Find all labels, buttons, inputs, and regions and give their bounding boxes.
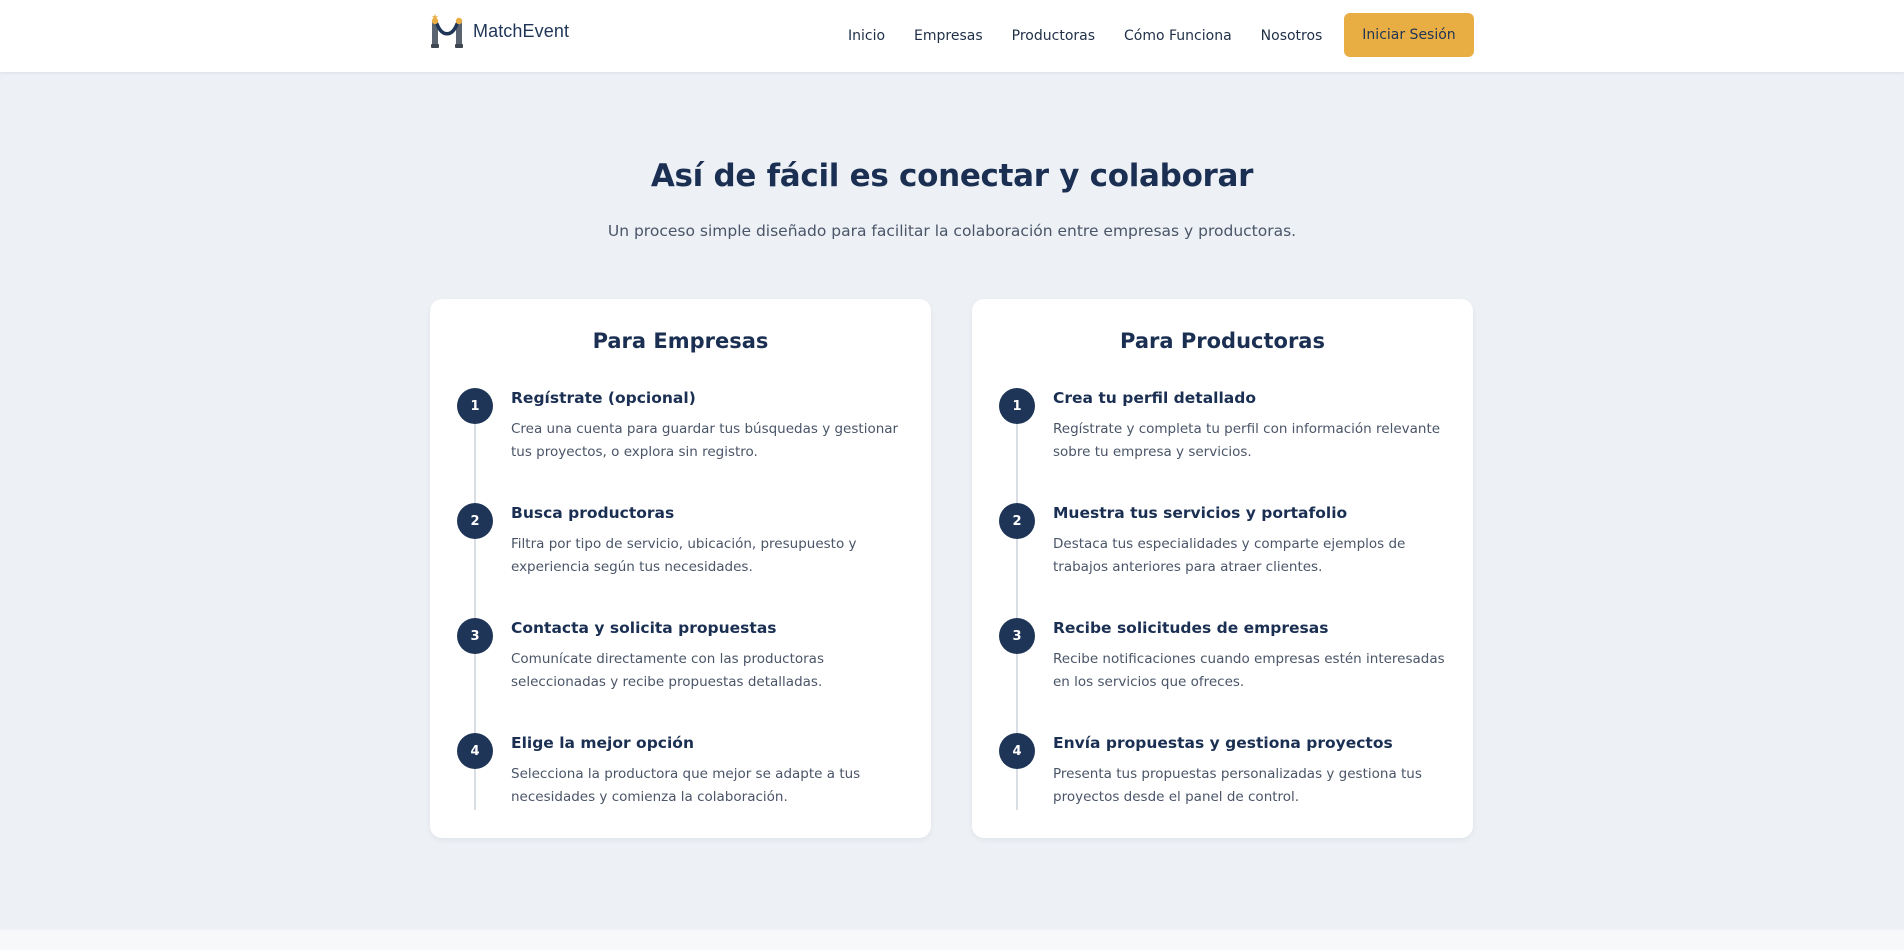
step-title: Crea tu perfil detallado bbox=[1053, 389, 1256, 407]
step-title: Elige la mejor opción bbox=[511, 734, 694, 752]
step-title: Envía propuestas y gestiona proyectos bbox=[1053, 734, 1393, 752]
step-number: 2 bbox=[999, 503, 1035, 539]
brand-logo[interactable]: MatchEvent bbox=[429, 13, 569, 49]
card-title: Para Productoras bbox=[1120, 329, 1325, 353]
brand-name: MatchEvent bbox=[473, 20, 570, 41]
step-title: Busca productoras bbox=[511, 504, 675, 522]
step-title: Recibe solicitudes de empresas bbox=[1053, 619, 1329, 637]
step-description: Comunícate directamente con las producto… bbox=[511, 651, 824, 690]
card-productoras: Para Productoras 1 Crea tu perfil detall… bbox=[972, 299, 1473, 838]
step-number: 4 bbox=[999, 733, 1035, 769]
step-number: 4 bbox=[457, 733, 493, 769]
step-description: Filtra por tipo de servicio, ubicación, … bbox=[511, 536, 857, 575]
main-nav: Inicio Empresas Productoras Cómo Funcion… bbox=[848, 26, 1322, 46]
login-button[interactable]: Iniciar Sesión bbox=[1344, 13, 1474, 57]
step-number: 3 bbox=[457, 618, 493, 654]
logo-icon bbox=[431, 14, 463, 48]
step-number: 1 bbox=[457, 388, 493, 424]
nav-link-inicio[interactable]: Inicio bbox=[848, 26, 885, 46]
step-number: 2 bbox=[457, 503, 493, 539]
card-title: Para Empresas bbox=[592, 329, 769, 353]
nav-link-nosotros[interactable]: Nosotros bbox=[1261, 26, 1323, 46]
step-number: 3 bbox=[999, 618, 1035, 654]
step-title: Regístrate (opcional) bbox=[511, 389, 696, 407]
step-description: Recibe notificaciones cuando empresas es… bbox=[1053, 651, 1445, 690]
footer-strip bbox=[0, 930, 1904, 950]
step-description: Selecciona la productora que mejor se ad… bbox=[511, 766, 861, 805]
step-title: Muestra tus servicios y portafolio bbox=[1053, 504, 1348, 522]
nav-link-productoras[interactable]: Productoras bbox=[1012, 26, 1095, 46]
step-description: Destaca tus especialidades y comparte ej… bbox=[1053, 536, 1406, 575]
step-description: Regístrate y completa tu perfil con info… bbox=[1053, 421, 1441, 460]
step-number: 1 bbox=[999, 388, 1035, 424]
card-empresas: Para Empresas 1 Regístrate (opcional) Cr… bbox=[430, 299, 931, 838]
nav-link-como-funciona[interactable]: Cómo Funciona bbox=[1124, 26, 1232, 46]
nav-link-empresas[interactable]: Empresas bbox=[914, 26, 983, 46]
section-subtitle: Un proceso simple diseñado para facilita… bbox=[607, 222, 1297, 240]
step-description: Presenta tus propuestas personalizadas y… bbox=[1053, 766, 1422, 805]
step-description: Crea una cuenta para guardar tus búsqued… bbox=[511, 421, 899, 460]
step-title: Contacta y solicita propuestas bbox=[511, 619, 777, 637]
site-header: MatchEvent Inicio Empresas Productoras C… bbox=[0, 0, 1904, 72]
section-title: Así de fácil es conectar y colaborar bbox=[650, 158, 1254, 194]
